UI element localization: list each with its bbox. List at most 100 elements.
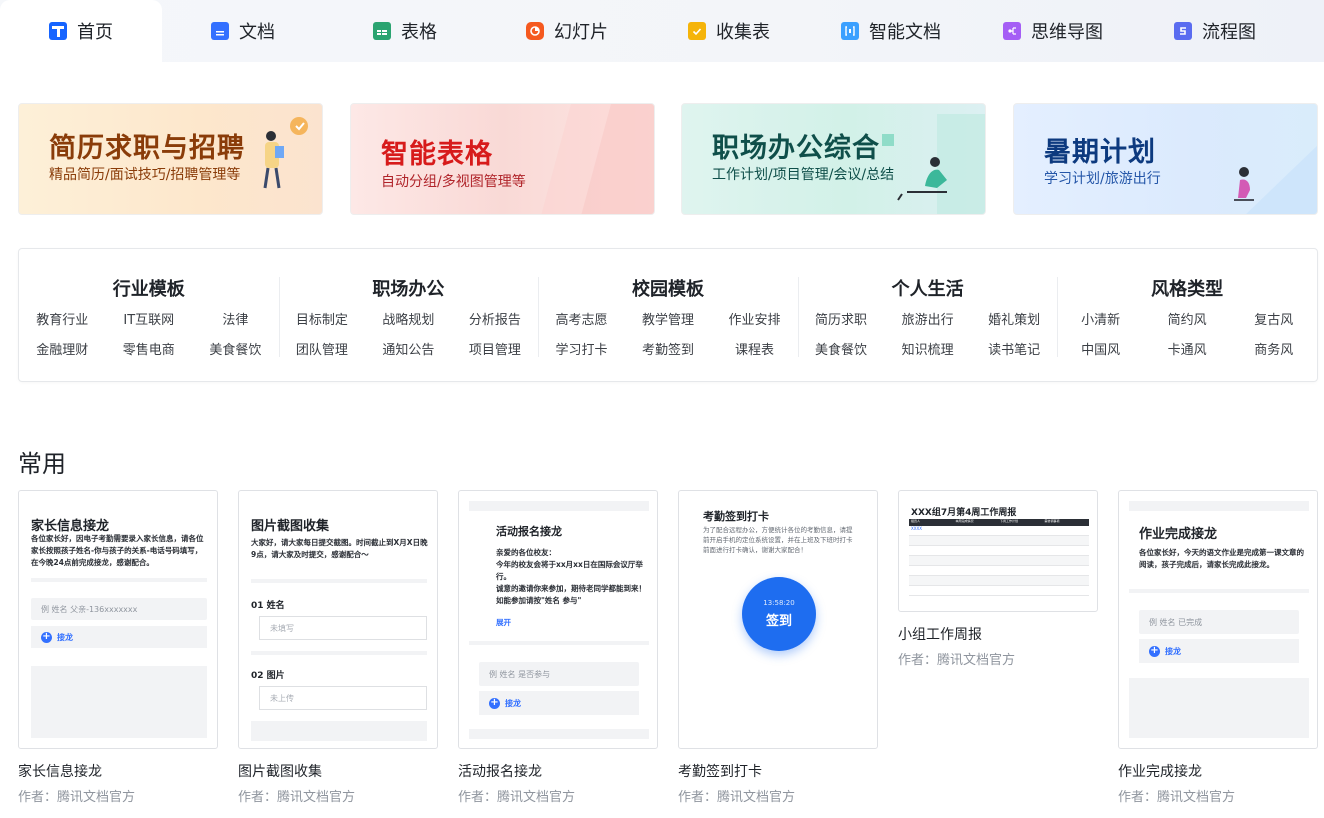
tab-slide[interactable]: 幻灯片 xyxy=(486,0,648,62)
category-link[interactable]: 知识梳理 xyxy=(902,339,954,358)
plus-icon: + xyxy=(1149,645,1160,657)
template-name[interactable]: 活动报名接龙 xyxy=(458,761,542,781)
tab-mindmap[interactable]: 思维导图 xyxy=(972,0,1134,62)
plus-icon: + xyxy=(41,631,52,643)
tab-label: 收集表 xyxy=(716,22,770,43)
tab-smart-doc[interactable]: 智能文档 xyxy=(810,0,972,62)
category-link[interactable]: 教学管理 xyxy=(642,309,694,328)
category-link[interactable]: 分析报告 xyxy=(469,309,521,328)
preview-title: 考勤签到打卡 xyxy=(703,510,769,523)
plus-icon: + xyxy=(489,697,500,709)
person-illustration xyxy=(263,117,308,189)
category-link[interactable]: 课程表 xyxy=(735,339,774,358)
tab-label: 表格 xyxy=(401,22,437,43)
category-link[interactable]: 中国风 xyxy=(1081,339,1120,358)
template-name[interactable]: 家长信息接龙 xyxy=(18,761,102,781)
category-link[interactable]: 零售电商 xyxy=(123,339,175,358)
preview-question: 01 姓名 xyxy=(251,601,285,611)
banner-resume[interactable]: 简历求职与招聘 精品简历/面试技巧/招聘管理等 xyxy=(18,103,323,215)
tab-label: 流程图 xyxy=(1202,22,1256,43)
category-link[interactable]: 通知公告 xyxy=(382,339,434,358)
template-name[interactable]: 小组工作周报 xyxy=(898,624,982,644)
template-author: 作者：腾讯文档官方 xyxy=(458,790,576,805)
smart-doc-icon xyxy=(841,22,859,40)
banner-summer[interactable]: 暑期计划 学习计划/旅游出行 xyxy=(1013,103,1318,215)
category-title: 行业模板 xyxy=(112,279,185,300)
person-illustration xyxy=(1234,145,1317,214)
tab-form[interactable]: 收集表 xyxy=(648,0,810,62)
category-title: 个人生活 xyxy=(891,279,964,300)
category-link[interactable]: 战略规划 xyxy=(382,309,434,328)
preview-divider xyxy=(469,641,649,645)
preview-add-row: + 接龙 xyxy=(31,626,207,648)
category-title: 职场办公 xyxy=(372,279,445,300)
preview-text: 为了配合远程办公，方便统计各位的考勤信息，请提前开启手机的定位系统设置，并在上班… xyxy=(703,526,853,554)
category-link[interactable]: 目标制定 xyxy=(296,309,348,328)
category-link[interactable]: 教育行业 xyxy=(36,309,88,328)
banner-office[interactable]: 职场办公综合 工作计划/项目管理/会议/总结 xyxy=(681,103,986,215)
template-name[interactable]: 考勤签到打卡 xyxy=(678,761,762,781)
category-link[interactable]: 读书笔记 xyxy=(988,339,1040,358)
mindmap-icon xyxy=(1003,22,1021,40)
preview-table: 组员人 本周完成情况 下周工作计划 需协调事项 XXXX xyxy=(909,519,1089,596)
template-card-weekly-report[interactable]: XXX组7月第4周工作周报 组员人 本周完成情况 下周工作计划 需协调事项 XX… xyxy=(898,490,1098,612)
preview-title: 图片截图收集 xyxy=(251,519,330,534)
category-title: 风格类型 xyxy=(1151,279,1224,300)
slide-icon xyxy=(526,22,544,40)
category-link[interactable]: 金融理财 xyxy=(36,339,88,358)
preview-divider xyxy=(251,651,427,655)
template-name[interactable]: 图片截图收集 xyxy=(238,761,322,781)
preview-header-bar xyxy=(469,501,649,511)
category-link[interactable]: 美食餐饮 xyxy=(815,339,867,358)
template-author: 作者：腾讯文档官方 xyxy=(238,790,356,805)
tab-label: 思维导图 xyxy=(1031,22,1103,43)
banner-title: 职场办公综合 xyxy=(712,133,880,164)
category-link[interactable]: 美食餐饮 xyxy=(209,339,261,358)
category-link[interactable]: 商务风 xyxy=(1254,339,1293,358)
template-card-event-signup[interactable]: 活动报名接龙 亲爱的各位校友： 今年的校友会将于xx月xx日在国际会议厅举行。 … xyxy=(458,490,658,749)
top-tab-bar: 首页 文档 表格 幻灯片 收集表 智能文档 思维导图 流程图 xyxy=(0,0,1324,62)
template-author: 作者：腾讯文档官方 xyxy=(18,790,136,805)
tab-flowchart[interactable]: 流程图 xyxy=(1134,0,1296,62)
category-title: 校园模板 xyxy=(631,279,704,300)
category-link[interactable]: 高考志愿 xyxy=(555,309,607,328)
category-link[interactable]: 卡通风 xyxy=(1168,339,1207,358)
banner-subtitle: 学习计划/旅游出行 xyxy=(1044,171,1161,187)
template-card-image-collect[interactable]: 图片截图收集 大家好，请大家每日提交截图。时间截止到X月X日晚9点，请大家及时提… xyxy=(238,490,438,749)
template-card-homework[interactable]: 作业完成接龙 各位家长好，今天的语文作业是完成第一课文章的阅读，孩子完成后，请家… xyxy=(1118,490,1318,749)
preview-example-row: 例 姓名 父亲-136xxxxxxx xyxy=(31,598,207,620)
category-link[interactable]: 简历求职 xyxy=(815,309,867,328)
category-link[interactable]: 法律 xyxy=(222,309,248,328)
preview-divider xyxy=(1129,589,1309,593)
category-link[interactable]: 婚礼策划 xyxy=(988,309,1040,328)
category-link[interactable]: 复古风 xyxy=(1254,309,1293,328)
category-link[interactable]: 项目管理 xyxy=(469,339,521,358)
banner-title: 智能表格 xyxy=(381,139,493,170)
category-link[interactable]: IT互联网 xyxy=(123,309,174,328)
category-link[interactable]: 旅游出行 xyxy=(902,309,954,328)
template-name[interactable]: 作业完成接龙 xyxy=(1118,761,1202,781)
banner-subtitle: 工作计划/项目管理/会议/总结 xyxy=(712,167,895,183)
preview-text: 各位家长好，因电子考勤需要录入家长信息，请各位家长按照孩子姓名-你与孩子的关系-… xyxy=(31,534,204,567)
category-link[interactable]: 简约风 xyxy=(1168,309,1207,328)
preview-title: 家长信息接龙 xyxy=(31,519,110,534)
tab-label: 文档 xyxy=(239,22,275,43)
person-illustration xyxy=(882,114,985,214)
category-campus: 校园模板 高考志愿 教学管理 作业安排 学习打卡 考勤签到 课程表 xyxy=(538,249,798,381)
tab-label: 首页 xyxy=(77,22,113,43)
category-link[interactable]: 学习打卡 xyxy=(555,339,607,358)
banner-title: 暑期计划 xyxy=(1044,137,1156,168)
preview-divider xyxy=(251,579,427,583)
preview-divider xyxy=(31,578,207,582)
banner-smart-sheet[interactable]: 智能表格 自动分组/多视图管理等 xyxy=(350,103,655,215)
tab-sheet[interactable]: 表格 xyxy=(324,0,486,62)
category-link[interactable]: 考勤签到 xyxy=(642,339,694,358)
category-link[interactable]: 作业安排 xyxy=(729,309,781,328)
template-card-parent-info[interactable]: 家长信息接龙 各位家长好，因电子考勤需要录入家长信息，请各位家长按照孩子姓名-你… xyxy=(18,490,218,749)
category-link[interactable]: 小清新 xyxy=(1081,309,1120,328)
category-link[interactable]: 团队管理 xyxy=(296,339,348,358)
tab-home[interactable]: 首页 xyxy=(0,0,162,62)
template-author: 作者：腾讯文档官方 xyxy=(678,790,796,805)
template-card-attendance[interactable]: 考勤签到打卡 为了配合远程办公，方便统计各位的考勤信息，请提前开启手机的定位系统… xyxy=(678,490,878,749)
tab-doc[interactable]: 文档 xyxy=(162,0,324,62)
